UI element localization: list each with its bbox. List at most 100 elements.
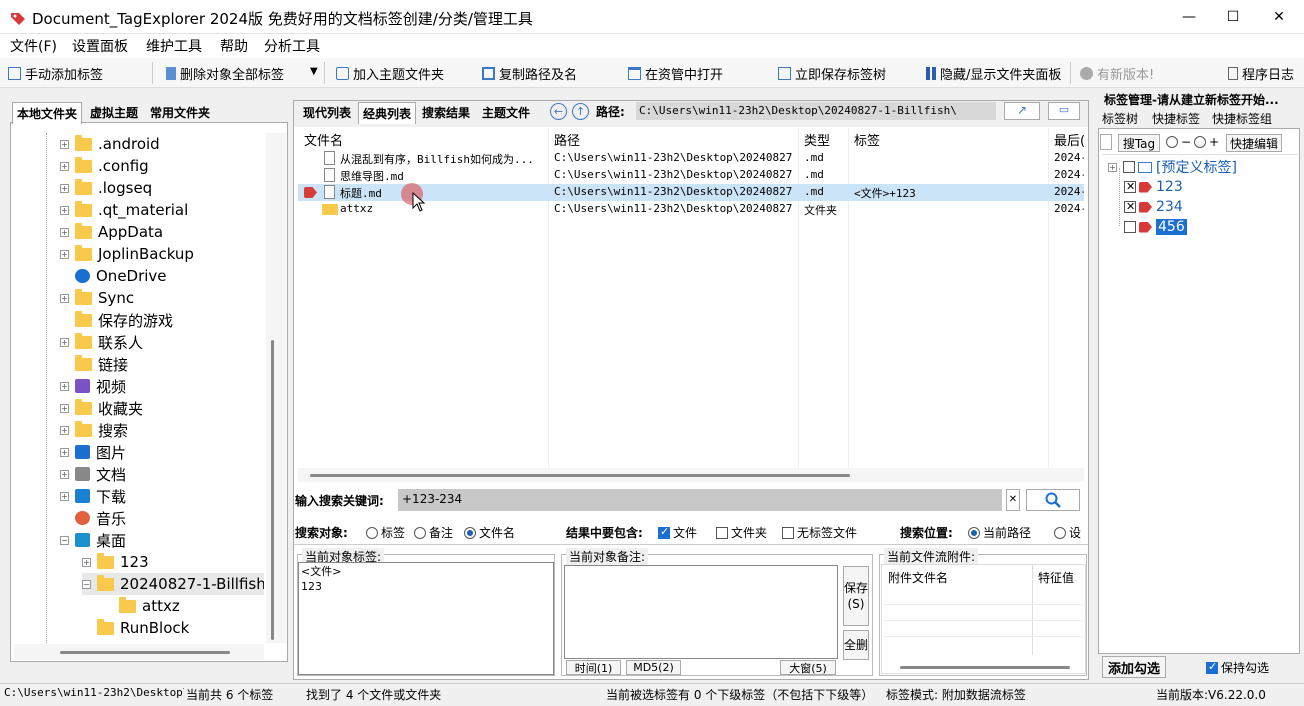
scrollbar-thumb[interactable] [271,340,274,640]
minimize-button[interactable]: — [1166,0,1212,34]
md5-button[interactable]: MD5(2) [626,660,681,675]
add-theme-folder-button[interactable]: 加入主题文件夹 [336,64,444,83]
delete-all-note-button[interactable]: 全删 [843,630,869,660]
menu-maintenance[interactable]: 维护工具 [146,36,202,56]
checkbox-folders[interactable]: 文件夹 [716,524,767,541]
quick-edit-button[interactable]: 快捷编辑 [1226,134,1282,152]
expand-toggle-icon[interactable]: − [60,535,69,545]
tag-checkbox[interactable] [1123,161,1135,173]
expand-toggle-icon[interactable]: + [60,381,69,391]
folder-tree-item[interactable]: + .android [60,133,160,155]
tab-virtual-themes[interactable]: 虚拟主题 [86,102,142,124]
folder-tree-item[interactable]: + 视频 [60,375,126,397]
time-button[interactable]: 时间(1) [566,660,621,675]
radio-notes[interactable]: 备注 [414,524,453,541]
folder-tree-item[interactable]: − 20240827-1-Billfish [82,573,264,595]
column-header-name[interactable]: 文件名 [304,130,343,149]
folder-tree-item[interactable]: + 图片 [60,441,126,463]
new-version-button[interactable]: 有新版本! [1080,64,1154,83]
search-button[interactable] [1026,489,1080,511]
go-arrow-icon[interactable]: ↗ [1004,102,1040,120]
search-input[interactable]: +123-234 [398,489,1002,511]
folder-tree-item[interactable]: + 收藏夹 [60,397,143,419]
expand-toggle-icon[interactable]: − [82,579,91,589]
tab-tag-tree[interactable]: 标签树 [1102,110,1138,127]
browse-folder-icon[interactable]: ▭ [1048,102,1080,120]
tag-checkbox[interactable] [1124,221,1136,233]
copy-path-button[interactable]: 复制路径及名 [482,64,577,83]
expand-toggle-icon[interactable]: + [60,491,69,501]
tag-checkbox[interactable] [1124,200,1136,213]
expand-toggle-icon[interactable]: + [60,227,69,237]
menu-settings[interactable]: 设置面板 [72,36,128,56]
back-arrow-icon[interactable]: ← [550,103,567,120]
current-tags-box[interactable]: <文件> 123 [298,562,554,675]
manual-add-tag-button[interactable]: 手动添加标签 [8,64,103,83]
tab-common-folders[interactable]: 常用文件夹 [146,102,214,124]
folder-tree-item[interactable]: 音乐 [60,507,126,529]
column-header-path[interactable]: 路径 [554,130,580,149]
checkbox-files[interactable]: 文件 [658,524,697,541]
expand-toggle-icon[interactable]: + [60,469,69,479]
column-header-modified[interactable]: 最后( [1054,130,1085,149]
delete-all-tags-button[interactable]: 删除对象全部标签 [166,64,284,83]
menu-help[interactable]: 帮助 [220,36,248,56]
folder-tree-item[interactable]: + 下载 [60,485,126,507]
radio-location-other[interactable]: 设 [1054,524,1081,541]
folder-tree-item[interactable]: + 搜索 [60,419,128,441]
save-note-button[interactable]: 保存(S) [843,566,869,626]
folder-tree-item[interactable]: + 联系人 [60,331,143,353]
tab-quick-tag-groups[interactable]: 快捷标签组 [1212,110,1272,127]
expand-toggle-icon[interactable]: + [60,183,69,193]
hscrollbar-thumb[interactable] [310,474,850,477]
file-row[interactable]: 思维导图.md C:\Users\win11-23h2\Desktop\20240… [298,167,1084,184]
checkbox-untagged-files[interactable]: 无标签文件 [782,524,857,541]
keep-checked-checkbox[interactable]: 保持勾选 [1206,659,1269,676]
tag-search-check[interactable] [1100,134,1112,150]
tab-search-results[interactable]: 搜索结果 [418,102,474,124]
menu-analysis[interactable]: 分析工具 [264,36,320,56]
up-arrow-icon[interactable]: ↑ [572,103,589,120]
expand-toggle-icon[interactable]: + [60,425,69,435]
tab-local-folders[interactable]: 本地文件夹 [12,102,83,124]
expand-toggle-icon[interactable]: + [60,249,69,259]
tab-classic-list[interactable]: 经典列表 [358,102,417,124]
folder-tree-item[interactable]: − 桌面 [60,529,126,551]
hscrollbar-thumb[interactable] [900,666,1070,669]
folder-tree-item[interactable]: + .logseq [60,177,152,199]
radio-tags[interactable]: 标签 [366,524,405,541]
folder-tree-item[interactable]: + .qt_material [60,199,188,221]
expand-toggle-icon[interactable]: + [60,337,69,347]
expand-toggle-icon[interactable]: + [1108,162,1117,172]
expand-toggle-icon[interactable]: + [60,403,69,413]
folder-tree-scrollbar[interactable] [266,133,286,643]
menu-file[interactable]: 文件(F) [10,36,57,56]
column-header-tags[interactable]: 标签 [854,130,880,149]
expand-toggle-icon[interactable]: + [60,447,69,457]
radio-filename[interactable]: 文件名 [464,524,515,541]
expand-toggle-icon[interactable]: + [82,557,91,567]
tag-tree-item[interactable]: 234 [1124,198,1183,216]
folder-tree-item[interactable]: 链接 [60,353,128,375]
tab-modern-list[interactable]: 现代列表 [299,102,355,124]
expand-toggle-icon[interactable]: + [60,139,69,149]
chevron-down-icon[interactable]: ▼ [310,66,318,77]
big-window-button[interactable]: 大窗(5) [780,660,836,675]
expand-toggle-icon[interactable]: + [60,161,69,171]
tag-tree-item[interactable]: 123 [1124,178,1183,196]
folder-tree-item[interactable]: RunBlock [82,617,189,639]
note-textarea[interactable] [564,565,838,659]
close-button[interactable]: ✕ [1256,0,1302,34]
column-header-type[interactable]: 类型 [804,130,830,149]
tag-tree-item[interactable]: 456 [1124,218,1187,236]
toggle-folder-panel-button[interactable]: 隐藏/显示文件夹面板 [926,64,1061,83]
tag-tree-item[interactable]: + [预定义标签] [1108,158,1237,176]
save-tag-tree-button[interactable]: 立即保存标签树 [778,64,886,83]
open-in-explorer-button[interactable]: 在资管中打开 [628,64,723,83]
clear-search-button[interactable]: ✕ [1006,489,1020,511]
folder-tree-item[interactable]: OneDrive [60,265,167,287]
tab-quick-tags[interactable]: 快捷标签 [1152,110,1200,127]
folder-tree-item[interactable]: +123 [82,551,149,573]
folder-tree-item[interactable]: 保存的游戏 [60,309,173,331]
folder-tree-item[interactable]: + .config [60,155,149,177]
